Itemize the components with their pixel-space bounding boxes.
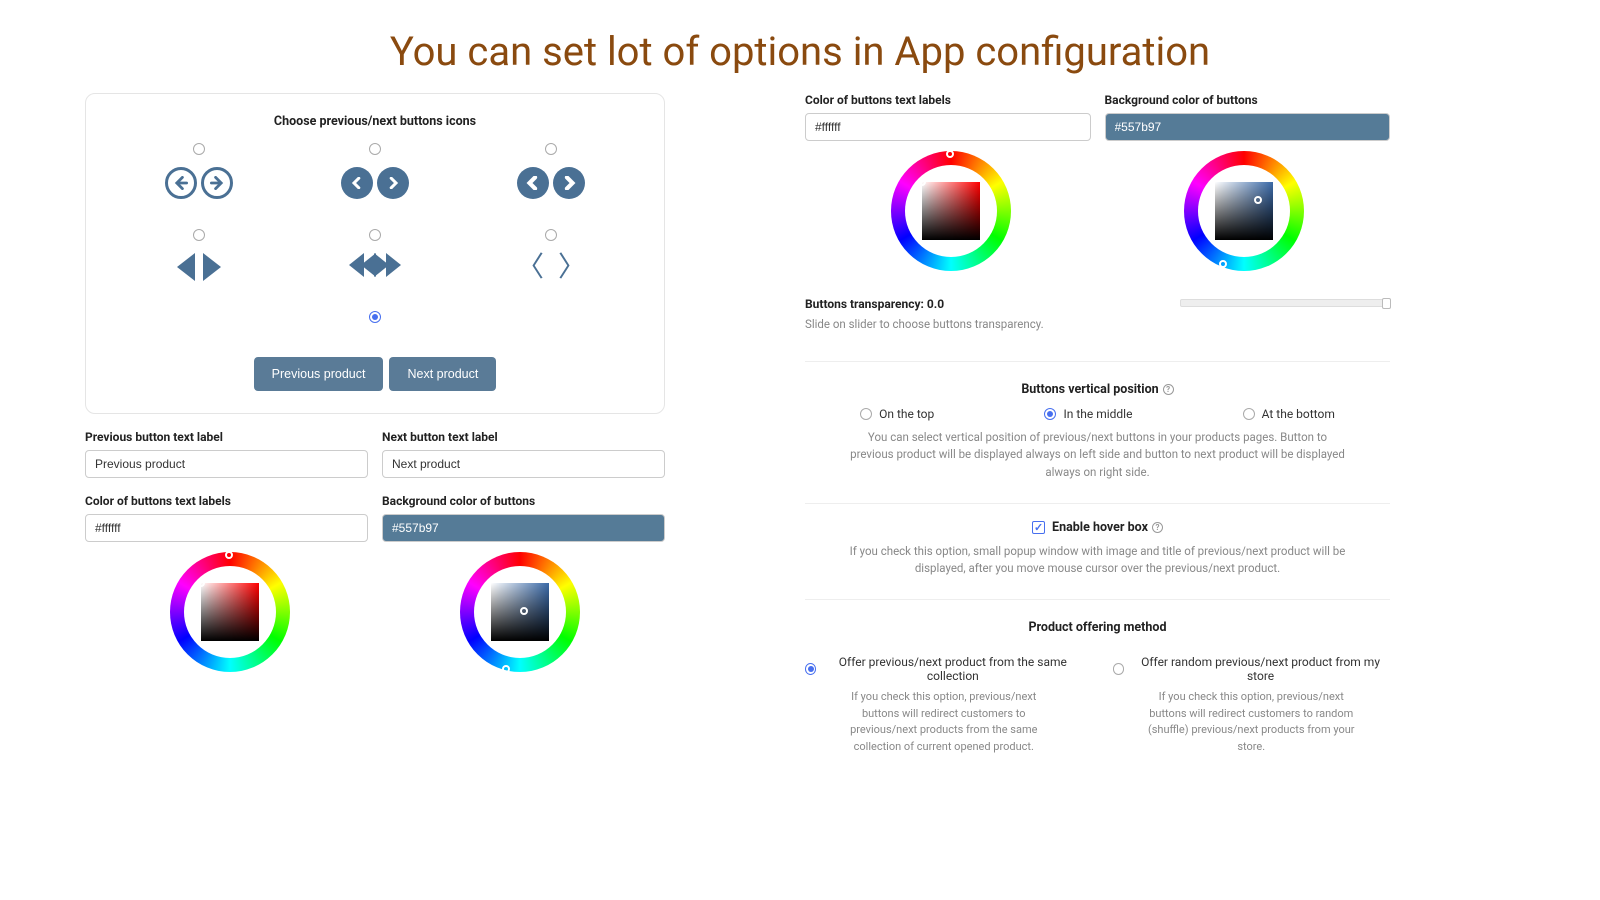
icon-chooser-card: Choose previous/next buttons icons [85,93,665,414]
arrow-left-circle-outline-icon [165,167,197,199]
bg-color-label-r: Background color of buttons [1105,93,1391,107]
text-color-label-r: Color of buttons text labels [805,93,1091,107]
previous-label-field-label: Previous button text label [85,430,368,444]
method-same-collection-help: If you check this option, previous/next … [834,689,1054,755]
enable-hover-help: If you check this option, small popup wi… [848,543,1348,578]
transparency-help: Slide on slider to choose buttons transp… [805,317,1140,331]
triangle-right-icon [203,253,221,281]
info-icon: ? [1152,522,1163,533]
method-same-collection-option[interactable]: Offer previous/next product from the sam… [805,655,1083,683]
text-color-picker[interactable] [170,552,290,672]
card-title: Choose previous/next buttons icons [116,114,634,129]
icon-option-7[interactable]: Previous product Next product [116,311,634,391]
angle-right-icon: 〉 [558,253,586,281]
text-color-input[interactable] [85,514,368,542]
double-triangle-left-icon [349,253,373,277]
slider-handle-icon [1382,298,1391,309]
position-top-option[interactable]: On the top [860,407,934,421]
chevron-right-circle-icon [377,167,409,199]
radio-icon [369,229,381,241]
text-color-input-r[interactable] [805,113,1091,141]
bg-color-label: Background color of buttons [382,494,665,508]
transparency-slider[interactable] [1180,299,1390,307]
radio-icon [193,143,205,155]
arrow-right-circle-outline-icon [201,167,233,199]
previous-product-button[interactable]: Previous product [254,357,384,391]
chevron-left-bold-circle-icon [517,167,549,199]
icon-option-5[interactable] [292,229,458,281]
radio-icon [545,143,557,155]
text-color-picker-r[interactable] [891,151,1011,271]
method-random-help: If you check this option, previous/next … [1141,689,1361,755]
bg-color-picker[interactable] [460,552,580,672]
enable-hover-label: Enable hover box ? [1052,520,1163,535]
next-label-field-label: Next button text label [382,430,665,444]
vertical-position-help: You can select vertical position of prev… [848,429,1348,481]
text-color-label: Color of buttons text labels [85,494,368,508]
angle-left-icon: 〈 [516,253,544,281]
radio-icon [193,229,205,241]
position-middle-option[interactable]: In the middle [1044,407,1132,421]
bg-color-input-r[interactable] [1105,113,1391,141]
icon-option-2[interactable] [292,143,458,199]
next-product-button[interactable]: Next product [389,357,496,391]
enable-hover-checkbox[interactable]: ✓ [1032,521,1045,534]
icon-option-4[interactable] [116,229,282,281]
icon-option-3[interactable] [468,143,634,199]
page-title: You can set lot of options in App config… [0,0,1600,93]
chevron-left-circle-icon [341,167,373,199]
radio-icon [369,143,381,155]
info-icon: ? [1163,384,1174,395]
chevron-right-bold-circle-icon [553,167,585,199]
bg-color-picker-r[interactable] [1184,151,1304,271]
icon-option-6[interactable]: 〈 〉 [468,229,634,281]
transparency-label: Buttons transparency: 0.0 [805,297,1140,311]
previous-label-input[interactable] [85,450,368,478]
offering-method-title: Product offering method [1028,620,1166,635]
method-random-option[interactable]: Offer random previous/next product from … [1113,655,1391,683]
next-label-input[interactable] [382,450,665,478]
radio-icon [369,311,381,323]
position-bottom-option[interactable]: At the bottom [1243,407,1335,421]
radio-icon [545,229,557,241]
vertical-position-title: Buttons vertical position ? [1021,382,1173,397]
icon-option-1[interactable] [116,143,282,199]
double-triangle-right-icon [377,253,401,277]
bg-color-input[interactable] [382,514,665,542]
triangle-left-icon [177,253,195,281]
